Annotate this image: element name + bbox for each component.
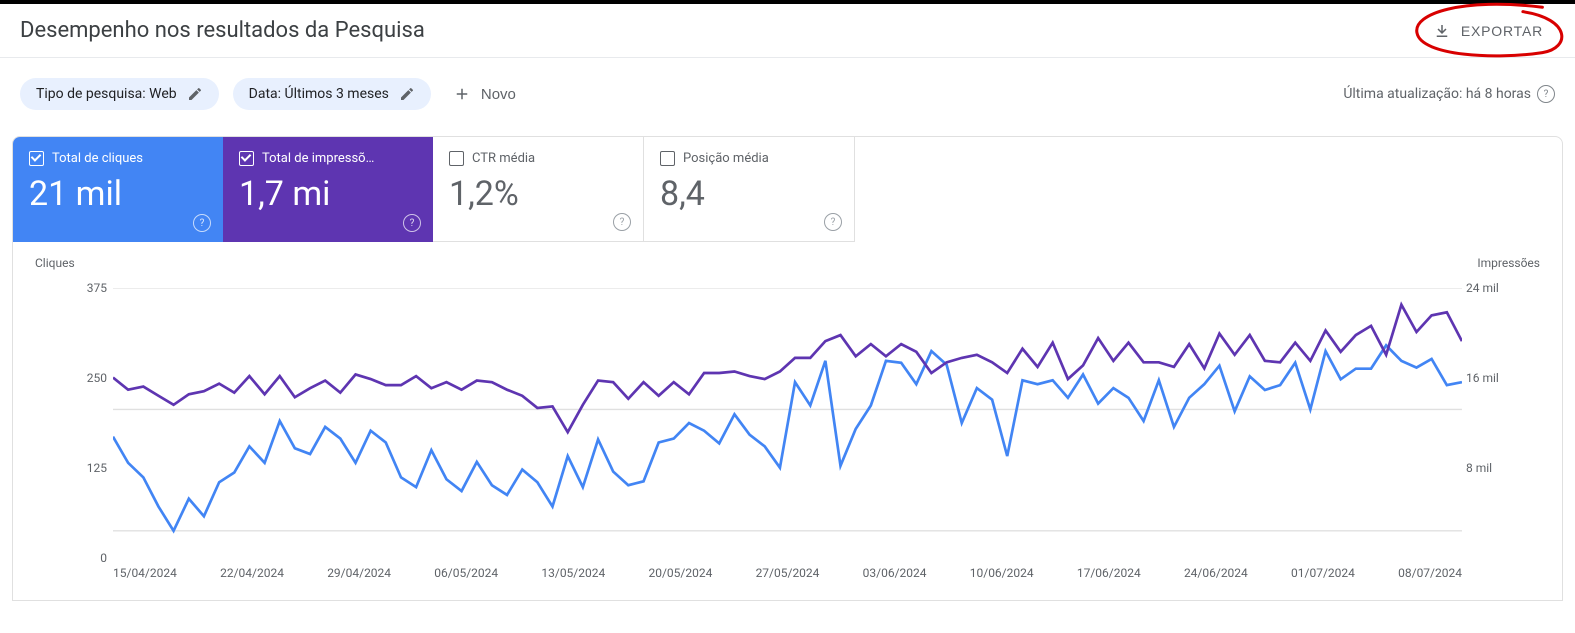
help-icon[interactable]: ? <box>193 214 211 232</box>
performance-panel: Total de cliques 21 mil ? Total de impre… <box>12 136 1563 601</box>
checkbox-icon <box>660 151 675 166</box>
metric-value: 21 mil <box>29 174 207 214</box>
plus-icon <box>453 85 471 103</box>
chip-search-type-label: Tipo de pesquisa: Web <box>36 86 177 102</box>
filters-bar: Tipo de pesquisa: Web Data: Últimos 3 me… <box>0 58 1575 136</box>
y-tick-left: 125 <box>67 461 107 475</box>
y-axis-right-label: Impressões <box>1477 256 1540 270</box>
y-tick-left: 0 <box>67 551 107 565</box>
export-button[interactable]: EXPORTAR <box>1427 21 1549 41</box>
metric-card-position[interactable]: Posição média 8,4 ? <box>644 137 855 242</box>
checkbox-icon <box>239 151 254 166</box>
y-tick-right: 24 mil <box>1466 281 1522 295</box>
filter-chips: Tipo de pesquisa: Web Data: Últimos 3 me… <box>20 78 524 110</box>
chip-date-range-label: Data: Últimos 3 meses <box>249 86 389 102</box>
chip-search-type[interactable]: Tipo de pesquisa: Web <box>20 78 219 110</box>
metric-card-ctr[interactable]: CTR média 1,2% ? <box>433 137 644 242</box>
help-icon[interactable]: ? <box>1537 85 1555 103</box>
pencil-icon <box>399 86 415 102</box>
download-icon <box>1433 22 1451 40</box>
metric-card-clicks[interactable]: Total de cliques 21 mil ? <box>13 137 223 242</box>
y-tick-left: 375 <box>67 281 107 295</box>
chart-area: Cliques Impressões 375 250 125 0 24 mil … <box>13 242 1562 600</box>
metric-label: Total de impressõ… <box>262 151 374 166</box>
checkbox-icon <box>29 151 44 166</box>
page-header: Desempenho nos resultados da Pesquisa EX… <box>0 4 1575 58</box>
chart-svg <box>113 288 1462 601</box>
series-line-impressions <box>113 305 1462 432</box>
export-button-wrap: EXPORTAR <box>1421 19 1555 43</box>
metric-value: 1,7 mi <box>239 174 417 214</box>
metric-cards: Total de cliques 21 mil ? Total de impre… <box>13 137 1562 242</box>
metric-value: 8,4 <box>660 174 838 214</box>
help-icon[interactable]: ? <box>824 213 842 231</box>
checkbox-icon <box>449 151 464 166</box>
y-tick-right: 8 mil <box>1466 461 1522 475</box>
metric-card-impressions[interactable]: Total de impressõ… 1,7 mi ? <box>223 137 433 242</box>
add-filter-button[interactable]: Novo <box>445 79 524 109</box>
series-line-clicks <box>113 345 1462 530</box>
help-icon[interactable]: ? <box>613 213 631 231</box>
chip-date-range[interactable]: Data: Últimos 3 meses <box>233 78 431 110</box>
y-tick-left: 250 <box>67 371 107 385</box>
metric-label: Posição média <box>683 151 769 166</box>
metric-value: 1,2% <box>449 174 627 214</box>
last-updated: Última atualização: há 8 horas ? <box>1343 85 1555 103</box>
metric-label: CTR média <box>472 151 535 166</box>
page-title: Desempenho nos resultados da Pesquisa <box>20 18 425 43</box>
last-updated-text: Última atualização: há 8 horas <box>1343 86 1531 102</box>
chart-plot[interactable]: 375 250 125 0 24 mil 16 mil 8 mil <box>113 288 1462 558</box>
help-icon[interactable]: ? <box>403 214 421 232</box>
y-tick-right: 16 mil <box>1466 371 1522 385</box>
metric-label: Total de cliques <box>52 151 143 166</box>
pencil-icon <box>187 86 203 102</box>
y-axis-left-label: Cliques <box>35 256 75 270</box>
add-filter-label: Novo <box>481 86 516 103</box>
export-button-label: EXPORTAR <box>1461 23 1543 39</box>
